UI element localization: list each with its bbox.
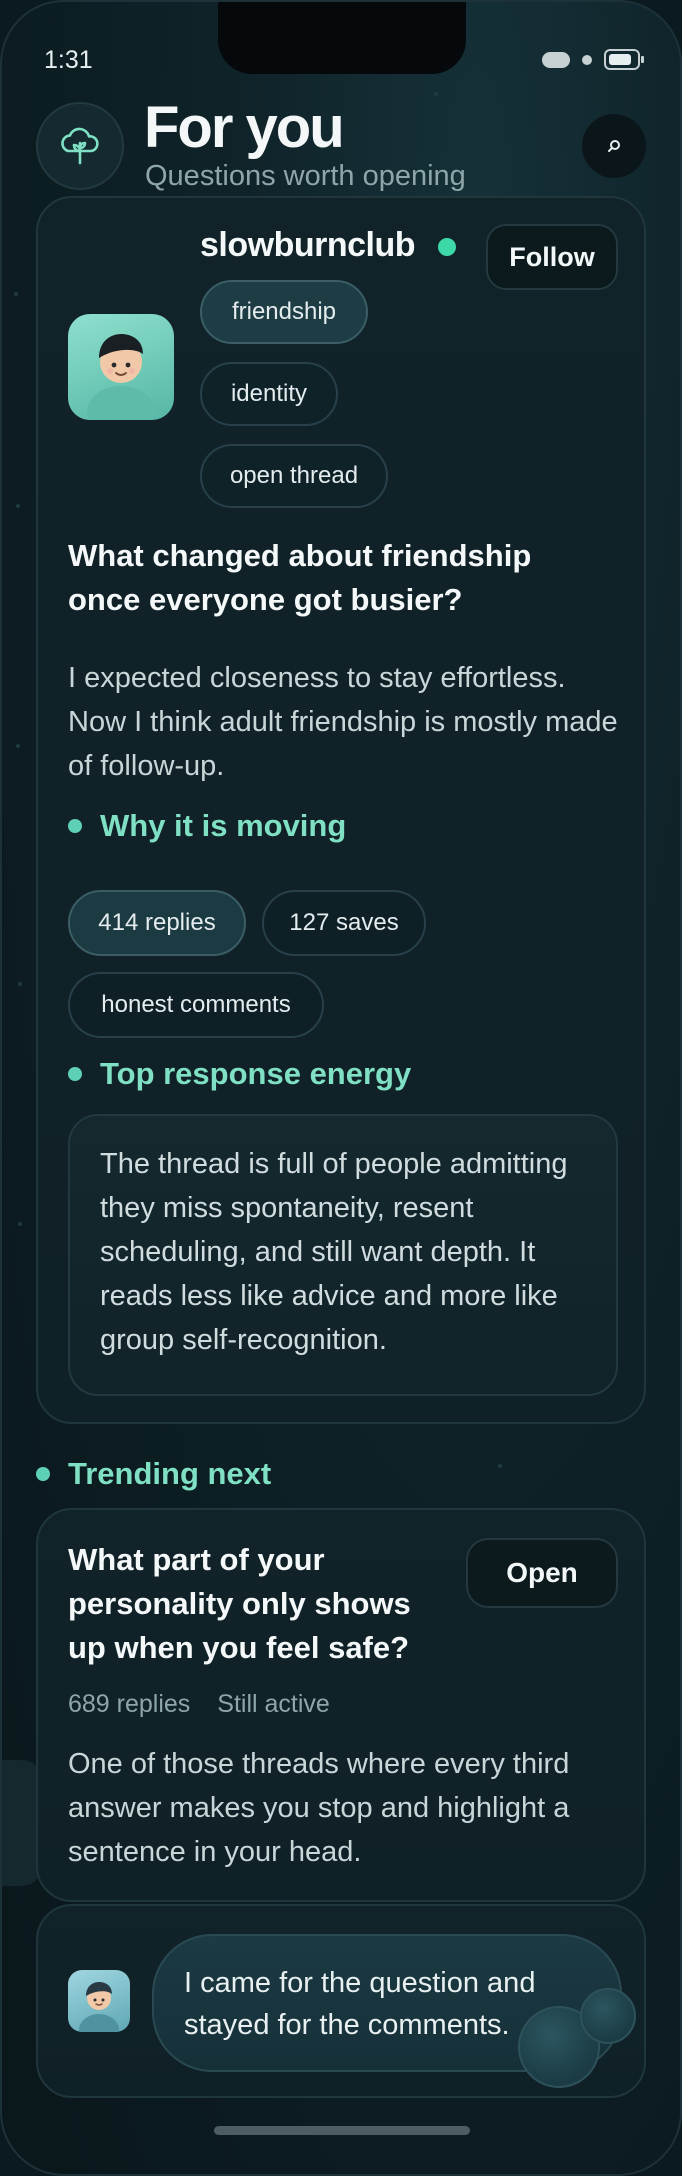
section-label: Trending next: [68, 1456, 272, 1491]
tag-identity[interactable]: identity: [200, 362, 338, 426]
home-indicator[interactable]: [214, 2126, 470, 2135]
page-title: For you: [144, 95, 345, 160]
username[interactable]: slowburnclub: [200, 226, 416, 265]
post-card[interactable]: slowburnclub Follow friendship identity …: [36, 196, 646, 1424]
phone-screen: 1:31 For you Questions worth opening slo…: [0, 0, 682, 2176]
open-button[interactable]: Open: [466, 1538, 618, 1608]
section-label: Why it is moving: [100, 808, 347, 843]
top-response-text: The thread is full of people admitting t…: [100, 1148, 568, 1356]
comment-card[interactable]: I came for the question and stayed for t…: [36, 1904, 646, 2098]
background-dot: [14, 292, 18, 296]
post-body: I expected closeness to stay effortless.…: [68, 662, 618, 782]
background-dot: [498, 1464, 502, 1468]
device-notch: [218, 2, 466, 74]
avatar[interactable]: [68, 1970, 130, 2032]
sprout-cloud-icon[interactable]: [36, 102, 124, 190]
battery-icon: [604, 49, 644, 70]
tag-friendship[interactable]: friendship: [200, 280, 368, 344]
status-time: 1:31: [44, 46, 93, 74]
trending-replies: 689 replies: [68, 1690, 191, 1718]
bullet-dot: [68, 1067, 82, 1081]
follow-button[interactable]: Follow: [486, 224, 618, 290]
trending-meta: 689 replies Still active: [68, 1690, 330, 1719]
background-dot: [16, 744, 20, 748]
search-button[interactable]: [582, 114, 646, 178]
cellular-icon: [542, 52, 570, 68]
background-dot: [18, 1222, 22, 1226]
bullet-dot: [68, 819, 82, 833]
trending-status: Still active: [217, 1690, 330, 1718]
why-moving-heading: Why it is moving: [68, 808, 346, 844]
background-dot: [434, 92, 438, 96]
tag-open-thread[interactable]: open thread: [200, 444, 388, 508]
saves-chip[interactable]: 127 saves: [262, 890, 426, 956]
decorative-orb: [580, 1988, 636, 2044]
bullet-dot: [36, 1467, 50, 1481]
trending-body: One of those threads where every third a…: [68, 1748, 570, 1868]
page-subtitle: Questions worth opening: [145, 160, 466, 192]
trending-question[interactable]: What part of your personality only shows…: [68, 1538, 448, 1670]
avatar[interactable]: [68, 314, 174, 420]
replies-chip[interactable]: 414 replies: [68, 890, 246, 956]
wifi-icon: [582, 55, 592, 65]
online-status-dot: [438, 238, 456, 256]
section-label: Top response energy: [100, 1056, 412, 1091]
trending-card[interactable]: What part of your personality only shows…: [36, 1508, 646, 1902]
post-question[interactable]: What changed about friendship once every…: [68, 534, 608, 622]
background-dot: [16, 504, 20, 508]
top-response-box[interactable]: The thread is full of people admitting t…: [68, 1114, 618, 1396]
background-dot: [18, 982, 22, 986]
honest-comments-chip[interactable]: honest comments: [68, 972, 324, 1038]
top-response-heading: Top response energy: [68, 1056, 411, 1092]
search-icon: [608, 140, 620, 152]
trending-heading: Trending next: [36, 1456, 271, 1492]
